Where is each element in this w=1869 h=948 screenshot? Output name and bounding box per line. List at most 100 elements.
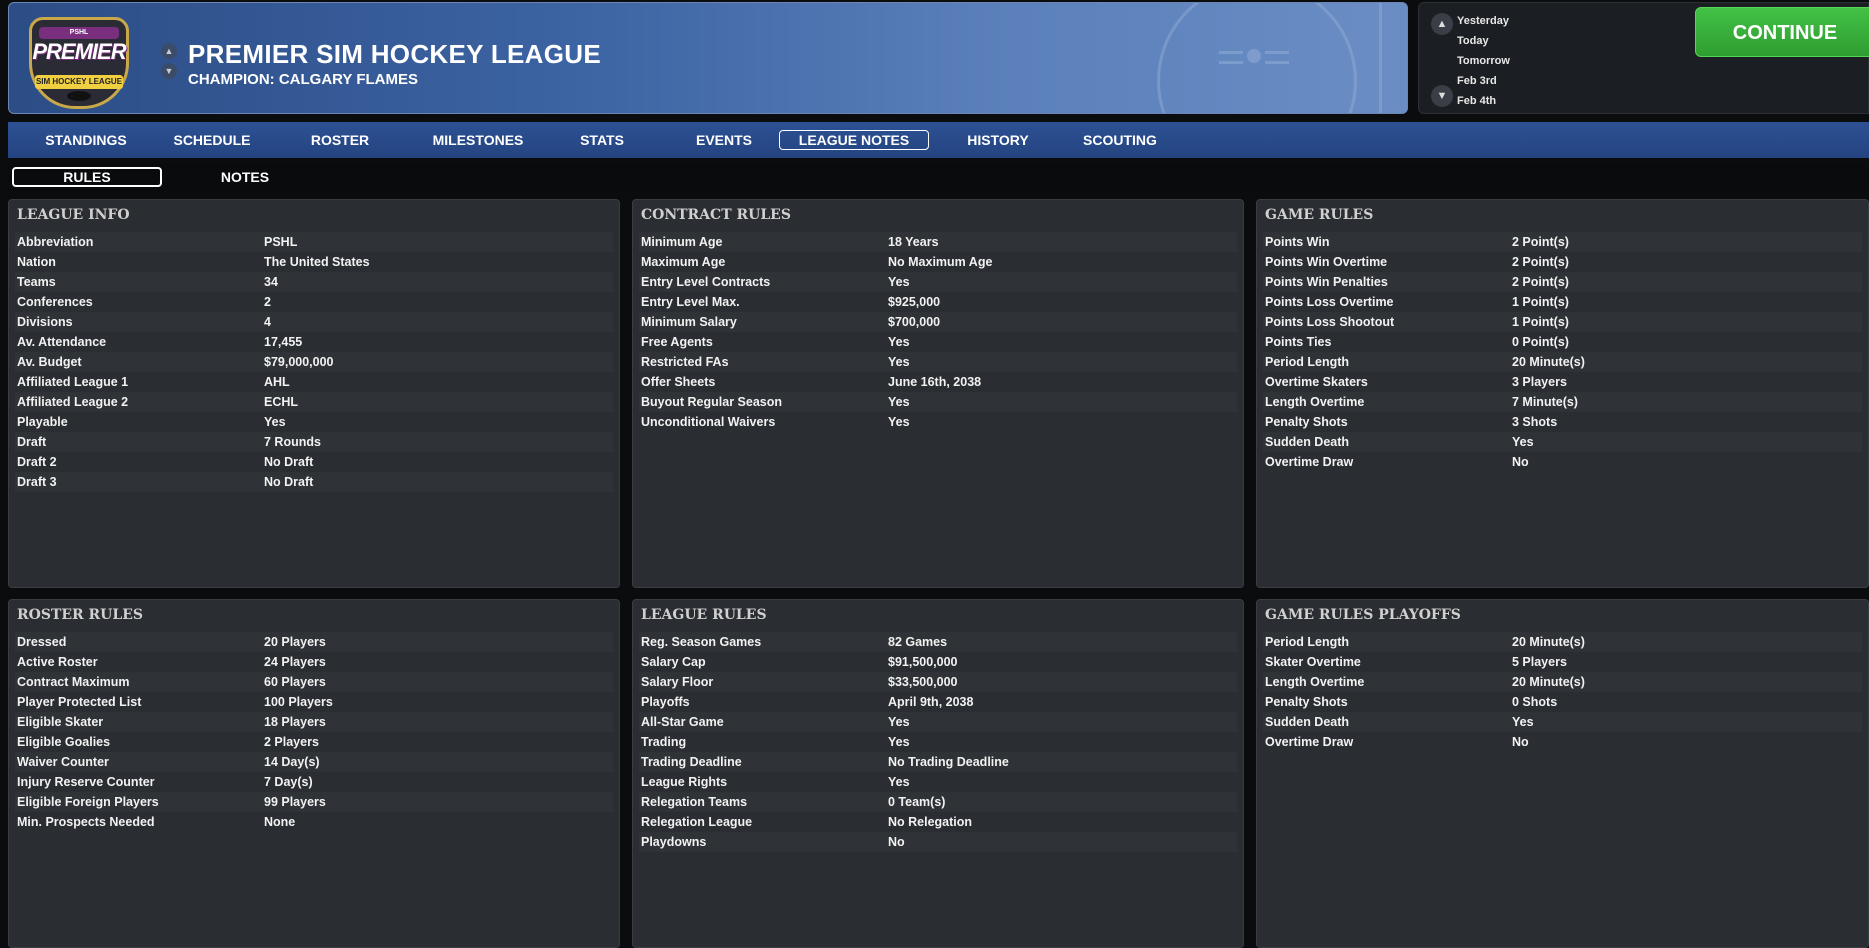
- tab-schedule[interactable]: SCHEDULE: [152, 130, 272, 150]
- rule-value: No: [1512, 735, 1529, 749]
- game-rules-playoffs-rows: Period Length 20 Minute(s) Skater Overtime…: [1263, 632, 1862, 752]
- tab-history[interactable]: HISTORY: [938, 130, 1058, 150]
- rule-value: 20 Minute(s): [1512, 355, 1585, 369]
- rule-label: Entry Level Max.: [641, 295, 740, 309]
- rule-value: Yes: [264, 415, 286, 429]
- rule-value: Yes: [888, 715, 910, 729]
- rule-value: No: [888, 835, 905, 849]
- rule-row: Contract Maximum 60 Players: [15, 672, 613, 692]
- rule-label: Injury Reserve Counter: [17, 775, 155, 789]
- rule-value: No Trading Deadline: [888, 755, 1009, 769]
- rule-row: Divisions 4: [15, 312, 613, 332]
- date-panel: ▲ ▼ Yesterday Today Tomorrow Feb 3rd Feb…: [1418, 2, 1869, 114]
- date-list: Yesterday Today Tomorrow Feb 3rd Feb 4th: [1457, 11, 1510, 111]
- rule-label: Length Overtime: [1265, 675, 1365, 689]
- rule-value: The United States: [264, 255, 370, 269]
- subtab-rules[interactable]: RULES: [12, 167, 162, 187]
- rule-row: Eligible Foreign Players 99 Players: [15, 792, 613, 812]
- panel-title: ROSTER RULES: [17, 607, 144, 623]
- rule-row: Sudden Death Yes: [1263, 712, 1862, 732]
- date-item-today[interactable]: Today: [1457, 31, 1510, 51]
- rule-label: Skater Overtime: [1265, 655, 1361, 669]
- rule-label: Points Win Overtime: [1265, 255, 1388, 269]
- rule-value: 0 Point(s): [1512, 335, 1569, 349]
- rule-label: Sudden Death: [1265, 715, 1350, 729]
- previous-league-button[interactable]: ▲: [161, 43, 177, 59]
- tab-standings[interactable]: STANDINGS: [28, 130, 144, 150]
- rule-value: Yes: [1512, 715, 1534, 729]
- rule-row: Overtime Draw No: [1263, 732, 1862, 752]
- rule-label: Teams: [17, 275, 56, 289]
- rule-value: 5 Players: [1512, 655, 1567, 669]
- date-down-button[interactable]: ▼: [1431, 85, 1453, 107]
- rule-label: Draft 3: [17, 475, 57, 489]
- rink-hash-decoration: [1265, 51, 1289, 54]
- rule-label: Active Roster: [17, 655, 98, 669]
- rule-label: Abbreviation: [17, 235, 94, 249]
- rule-label: Salary Floor: [641, 675, 714, 689]
- panel-title: LEAGUE INFO: [17, 207, 130, 223]
- rule-label: Contract Maximum: [17, 675, 130, 689]
- rule-label: Relegation Teams: [641, 795, 748, 809]
- roster-rules-panel: ROSTER RULES Dressed 20 Players Active Ros…: [8, 599, 620, 948]
- rule-value: No Draft: [264, 475, 314, 489]
- rule-row: Conferences 2: [15, 292, 613, 312]
- rule-row: Entry Level Max. $925,000: [639, 292, 1237, 312]
- rule-value: Yes: [888, 775, 910, 789]
- panel-title: LEAGUE RULES: [641, 607, 767, 623]
- rule-label: Eligible Skater: [17, 715, 104, 729]
- panel-title: GAME RULES: [1265, 207, 1374, 223]
- tab-league-notes[interactable]: LEAGUE NOTES: [779, 130, 929, 150]
- date-item-tomorrow[interactable]: Tomorrow: [1457, 51, 1510, 71]
- rule-row: Free Agents Yes: [639, 332, 1237, 352]
- subtab-notes[interactable]: NOTES: [170, 167, 320, 187]
- tab-events[interactable]: EVENTS: [664, 130, 784, 150]
- game-rules-panel: GAME RULES Points Win 2 Point(s) Points Wi…: [1256, 199, 1869, 588]
- date-item-feb-4th[interactable]: Feb 4th: [1457, 91, 1510, 111]
- tab-milestones[interactable]: MILESTONES: [408, 130, 548, 150]
- rule-value: 99 Players: [264, 795, 326, 809]
- rule-row: League Rights Yes: [639, 772, 1237, 792]
- rule-label: Points Loss Shootout: [1265, 315, 1395, 329]
- rule-label: Player Protected List: [17, 695, 142, 709]
- rule-row: Points Loss Overtime 1 Point(s): [1263, 292, 1862, 312]
- rule-value: 4: [264, 315, 271, 329]
- rule-label: Overtime Skaters: [1265, 375, 1368, 389]
- date-item-yesterday[interactable]: Yesterday: [1457, 11, 1510, 31]
- tab-roster[interactable]: ROSTER: [280, 130, 400, 150]
- date-up-button[interactable]: ▲: [1431, 13, 1453, 35]
- rule-value: $33,500,000: [888, 675, 958, 689]
- rule-value: $700,000: [888, 315, 941, 329]
- rule-label: Sudden Death: [1265, 435, 1350, 449]
- league-switcher: ▲ ▼: [161, 43, 177, 83]
- rule-row: Av. Attendance 17,455: [15, 332, 613, 352]
- rule-label: Minimum Age: [641, 235, 723, 249]
- tab-stats[interactable]: STATS: [542, 130, 662, 150]
- rule-value: 2 Players: [264, 735, 319, 749]
- date-item-feb-3rd[interactable]: Feb 3rd: [1457, 71, 1510, 91]
- rule-row: Draft 3 No Draft: [15, 472, 613, 492]
- rule-label: Unconditional Waivers: [641, 415, 776, 429]
- rule-value: 0 Shots: [1512, 695, 1558, 709]
- rule-row: Eligible Goalies 2 Players: [15, 732, 613, 752]
- rule-label: Nation: [17, 255, 56, 269]
- contract-rules-panel: CONTRACT RULES Minimum Age 18 Years Maximu…: [632, 199, 1244, 588]
- rule-label: Playable: [17, 415, 68, 429]
- rule-label: Affiliated League 2: [17, 395, 129, 409]
- rule-label: Points Loss Overtime: [1265, 295, 1394, 309]
- rule-label: Overtime Draw: [1265, 735, 1354, 749]
- rule-row: Trading Deadline No Trading Deadline: [639, 752, 1237, 772]
- tab-scouting[interactable]: SCOUTING: [1060, 130, 1180, 150]
- rule-row: Trading Yes: [639, 732, 1237, 752]
- panel-title: GAME RULES PLAYOFFS: [1265, 607, 1461, 623]
- rule-label: Relegation League: [641, 815, 753, 829]
- rule-label: Entry Level Contracts: [641, 275, 771, 289]
- league-rules-rows: Reg. Season Games 82 Games Salary Cap $91,5…: [639, 632, 1237, 852]
- continue-button[interactable]: CONTINUE: [1695, 7, 1869, 57]
- rule-value: No Draft: [264, 455, 314, 469]
- rule-label: League Rights: [641, 775, 728, 789]
- rule-row: Length Overtime 7 Minute(s): [1263, 392, 1862, 412]
- rule-row: Points Ties 0 Point(s): [1263, 332, 1862, 352]
- rule-value: No Relegation: [888, 815, 973, 829]
- next-league-button[interactable]: ▼: [161, 63, 177, 79]
